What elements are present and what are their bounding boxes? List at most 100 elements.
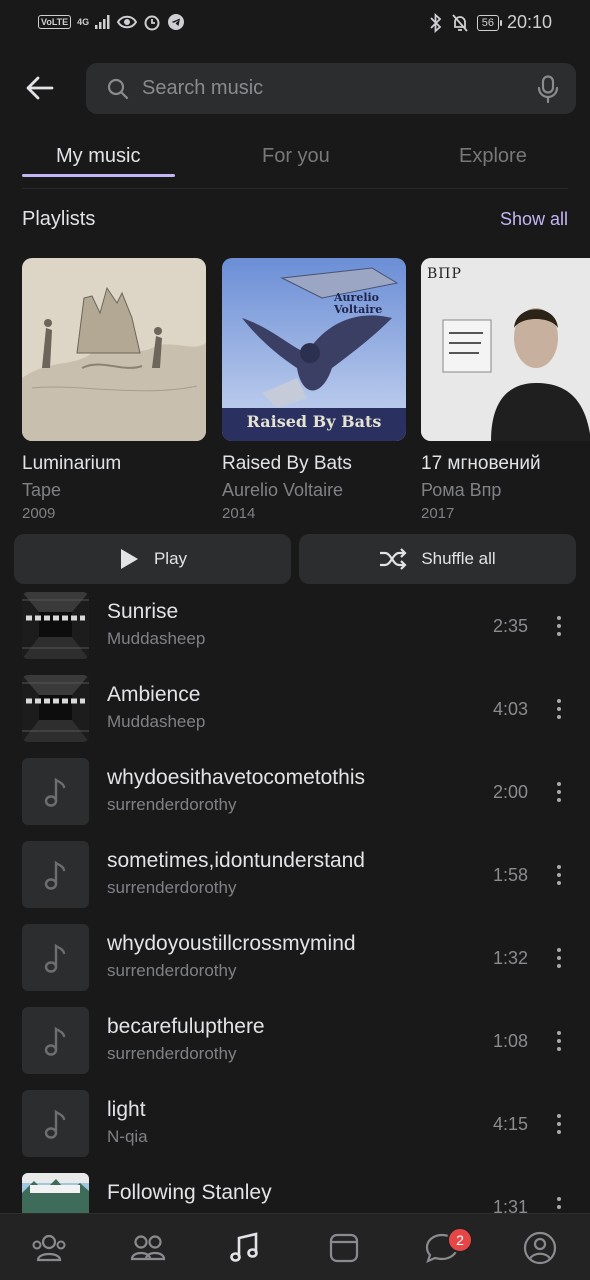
track-title: whydoesithavetocometothis	[107, 766, 365, 789]
playlists-heading: Playlists	[22, 208, 96, 230]
play-button[interactable]: Play	[14, 534, 291, 584]
shuffle-icon	[380, 548, 407, 570]
playlist-cover	[22, 258, 206, 441]
active-tab-indicator	[22, 174, 175, 177]
playlist-cover: ВПР	[421, 258, 590, 441]
track-duration: 1:08	[492, 1031, 528, 1051]
play-icon	[120, 549, 138, 569]
track-row[interactable]: whydoesithavetocometothis surrenderdoroth…	[0, 758, 590, 828]
arrow-left-icon	[26, 76, 54, 100]
track-duration: 1:31	[492, 1197, 528, 1213]
music-icon	[230, 1232, 258, 1262]
track-cover	[22, 1173, 89, 1213]
track-cover-placeholder	[22, 924, 89, 991]
album-art-17-mgnoveniy	[421, 258, 590, 441]
cover-title-text: Raised By Bats	[246, 412, 382, 431]
communities-icon	[130, 1235, 166, 1261]
track-artist: surrenderdorothy	[107, 878, 237, 897]
playlist-cover: Raised By Bats Aurelio Voltaire	[222, 258, 406, 441]
mute-bell-icon	[452, 13, 468, 32]
tab-bar: My music For you Explore	[0, 140, 590, 190]
more-options-icon[interactable]	[552, 614, 566, 638]
music-note-icon	[44, 943, 66, 973]
more-options-icon[interactable]	[552, 1112, 566, 1136]
profile-icon	[523, 1231, 557, 1265]
track-artist: Muddasheep	[107, 712, 206, 731]
track-duration: 1:32	[492, 948, 528, 968]
back-button[interactable]	[22, 70, 58, 106]
track-cover-placeholder	[22, 758, 89, 825]
track-artist: N-qia	[107, 1127, 148, 1146]
clock: 20:10	[506, 12, 552, 32]
telegram-icon	[168, 14, 185, 30]
track-duration: 2:35	[492, 616, 528, 636]
signal-icon	[95, 15, 110, 29]
music-note-icon	[44, 777, 66, 807]
album-art-luminarium	[22, 258, 206, 441]
track-row[interactable]: Ambience Muddasheep 4:03	[0, 675, 590, 745]
more-options-icon[interactable]	[552, 1195, 566, 1213]
status-bar: VoLTE 4G 56 20:10	[0, 0, 590, 50]
track-cover-placeholder	[22, 841, 89, 908]
nav-profile[interactable]	[520, 1230, 560, 1266]
track-duration: 2:00	[492, 782, 528, 802]
track-title: Sunrise	[107, 600, 179, 623]
track-row[interactable]: whydoyoustillcrossmymind surrenderdorothy…	[0, 924, 590, 994]
more-options-icon[interactable]	[552, 863, 566, 887]
track-title: becarefulupthere	[107, 1015, 265, 1038]
track-cover-placeholder	[22, 1007, 89, 1074]
search-bar[interactable]	[86, 63, 576, 114]
tab-for-you[interactable]: For you	[262, 145, 330, 168]
album-art-hallways	[22, 592, 89, 659]
playlist-title: Raised By Bats	[222, 453, 352, 474]
search-icon	[107, 78, 129, 100]
tab-explore[interactable]: Explore	[459, 145, 527, 168]
track-row[interactable]: becarefulupthere surrenderdorothy 1:08	[0, 1007, 590, 1077]
microphone-icon[interactable]	[536, 75, 560, 103]
volte-indicator: VoLTE	[38, 15, 72, 29]
music-note-icon	[44, 860, 66, 890]
tab-my-music[interactable]: My music	[56, 145, 140, 168]
track-artist: surrenderdorothy	[107, 1044, 237, 1063]
network-type: 4G	[77, 16, 90, 27]
track-row[interactable]: light N-qia 4:15	[0, 1090, 590, 1160]
track-cover	[22, 675, 89, 742]
track-cover	[22, 592, 89, 659]
more-options-icon[interactable]	[552, 1029, 566, 1053]
track-artist: surrenderdorothy	[107, 795, 237, 814]
more-options-icon[interactable]	[552, 697, 566, 721]
playlist-year: 2014	[222, 505, 256, 522]
show-all-link[interactable]: Show all	[500, 209, 568, 230]
album-art-following-stanley	[22, 1173, 89, 1213]
bottom-navigation	[0, 1213, 590, 1280]
more-options-icon[interactable]	[552, 780, 566, 804]
playlist-card[interactable]: Luminarium Tape 2009	[22, 258, 206, 522]
alarm-icon	[144, 15, 160, 31]
play-label: Play	[153, 549, 188, 568]
search-input[interactable]	[140, 63, 520, 114]
playlist-title: Luminarium	[22, 453, 122, 474]
track-title: Ambience	[107, 683, 201, 706]
more-options-icon[interactable]	[552, 946, 566, 970]
eye-icon	[117, 15, 138, 29]
playlist-card[interactable]: ВПР 17 мгновений Рома Впр 2017	[421, 258, 590, 522]
nav-friends[interactable]	[29, 1230, 69, 1266]
shuffle-all-button[interactable]: Shuffle all	[299, 534, 576, 584]
track-row[interactable]: Following Stanley 1:31	[0, 1173, 590, 1213]
nav-communities[interactable]	[128, 1230, 168, 1266]
battery-indicator: 56	[476, 14, 503, 31]
bluetooth-icon	[430, 12, 442, 33]
track-duration: 4:15	[492, 1114, 528, 1134]
music-note-icon	[44, 1026, 66, 1056]
track-title: whydoyoustillcrossmymind	[107, 932, 356, 955]
playlist-year: 2017	[421, 505, 455, 522]
nav-services[interactable]	[324, 1230, 364, 1266]
playlist-title: 17 мгновений	[421, 453, 541, 474]
track-duration: 1:58	[492, 865, 528, 885]
cover-logo-text: Aurelio Voltaire	[334, 291, 383, 316]
services-icon	[329, 1233, 359, 1263]
track-row[interactable]: sometimes,idontunderstand surrenderdoroth…	[0, 841, 590, 911]
track-row[interactable]: Sunrise Muddasheep 2:35	[0, 592, 590, 662]
nav-music[interactable]	[225, 1230, 265, 1266]
playlist-card[interactable]: Raised By Bats Aurelio Voltaire Raised B…	[222, 258, 406, 522]
